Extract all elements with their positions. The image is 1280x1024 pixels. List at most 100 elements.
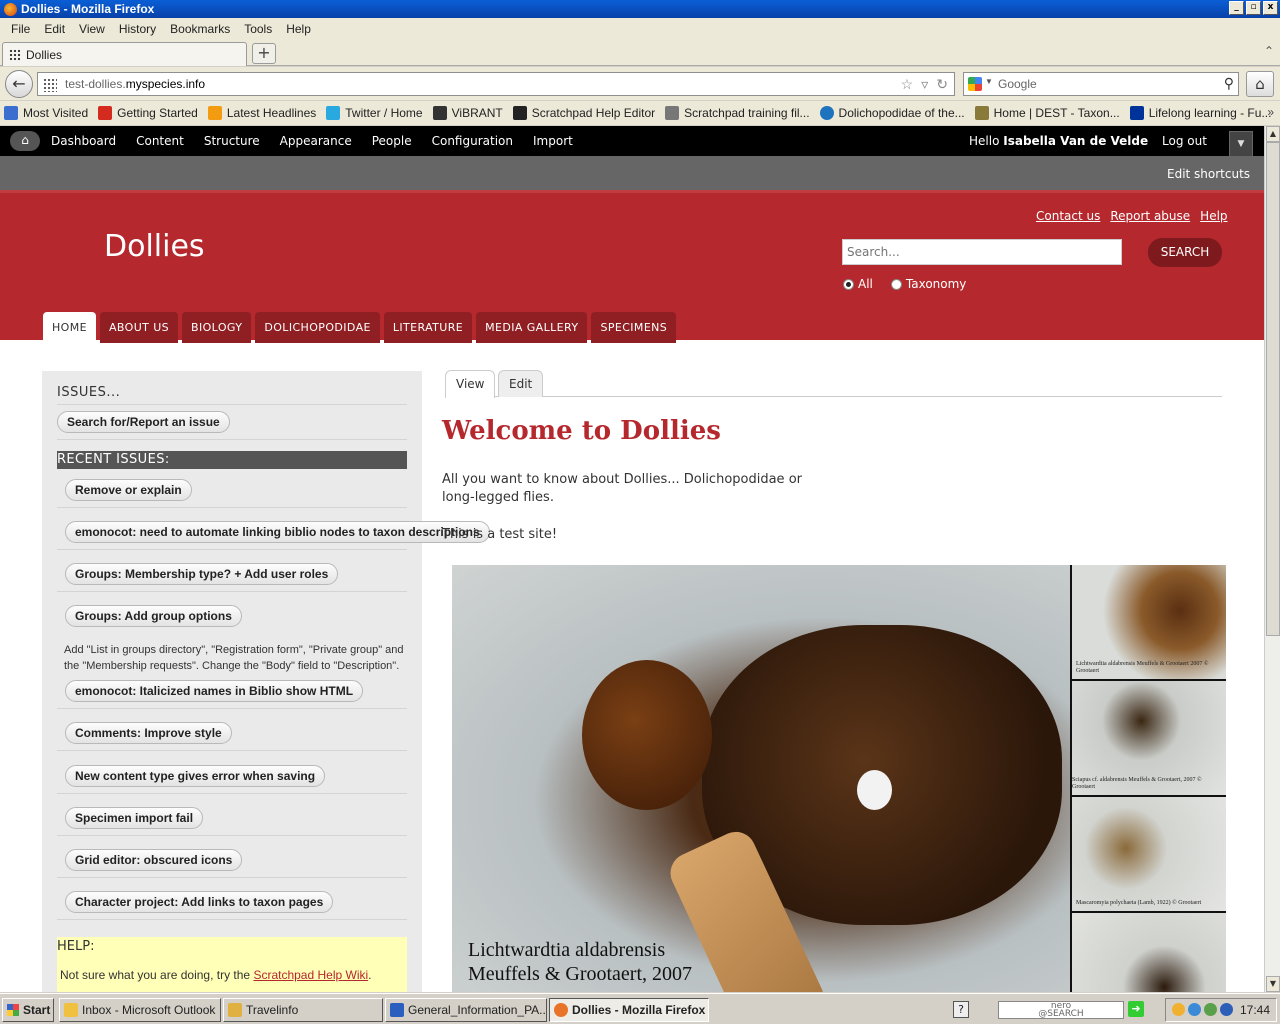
issue-link[interactable]: Remove or explain bbox=[65, 479, 192, 501]
admin-home-button[interactable]: ⌂ bbox=[10, 131, 40, 151]
thumbnail[interactable] bbox=[1072, 913, 1226, 992]
menu-view[interactable]: View bbox=[72, 22, 112, 36]
task-word-document[interactable]: General_Information_PA... bbox=[385, 998, 547, 1022]
admin-menu-structure[interactable]: Structure bbox=[204, 134, 260, 148]
taskbar-help-button[interactable]: ? bbox=[953, 1001, 969, 1018]
scroll-up-icon[interactable]: ▲ bbox=[1266, 126, 1280, 142]
menu-tools[interactable]: Tools bbox=[237, 22, 279, 36]
close-button[interactable]: x bbox=[1263, 1, 1278, 15]
bookmark-star-icon[interactable]: ☆ bbox=[901, 76, 914, 93]
search-report-issue-button[interactable]: Search for/Report an issue bbox=[57, 411, 230, 433]
thumbnail[interactable]: Lichtwardtia aldabrensis Meuffels & Groo… bbox=[1072, 565, 1226, 679]
tab-edit[interactable]: Edit bbox=[498, 370, 544, 397]
messenger-icon[interactable] bbox=[1172, 1003, 1185, 1016]
logout-link[interactable]: Log out bbox=[1162, 134, 1207, 148]
thumbnail[interactable]: Sciapus cf. aldabrensis Meuffels & Groot… bbox=[1072, 681, 1226, 795]
bookmark-dolichopodidae[interactable]: Dolichopodidae of the... bbox=[819, 106, 965, 120]
nav-media-gallery[interactable]: MEDIA GALLERY bbox=[476, 312, 588, 343]
edit-shortcuts-link[interactable]: Edit shortcuts bbox=[1167, 167, 1250, 181]
tab-list-icon[interactable]: ⌃ bbox=[1264, 44, 1274, 58]
volume-icon[interactable] bbox=[1220, 1003, 1233, 1016]
thumbnail[interactable]: Mascaromyia polychaeta (Lamb, 1922) © Gr… bbox=[1072, 797, 1226, 911]
nav-dolichopodidae[interactable]: DOLICHOPODIDAE bbox=[255, 312, 380, 343]
menu-edit[interactable]: Edit bbox=[37, 22, 72, 36]
scroll-down-icon[interactable]: ▼ bbox=[1266, 976, 1280, 992]
issue-link[interactable]: Grid editor: obscured icons bbox=[65, 849, 243, 871]
minimize-button[interactable]: _ bbox=[1229, 1, 1244, 15]
back-button[interactable]: ← bbox=[5, 70, 33, 98]
issue-link[interactable]: Groups: Add group options bbox=[65, 605, 242, 627]
task-outlook[interactable]: Inbox - Microsoft Outlook bbox=[59, 998, 221, 1022]
bookmark-lifelong-learning[interactable]: Lifelong learning - Fu... bbox=[1129, 106, 1271, 120]
admin-menu-dashboard[interactable]: Dashboard bbox=[51, 134, 116, 148]
start-button[interactable]: Start bbox=[2, 998, 54, 1022]
shortcuts-toggle[interactable]: ▼ bbox=[1229, 131, 1253, 156]
google-icon[interactable] bbox=[968, 77, 982, 91]
new-tab-button[interactable]: + bbox=[252, 43, 276, 64]
issue-link[interactable]: Specimen import fail bbox=[65, 807, 204, 829]
bookmarks-overflow-icon[interactable]: » bbox=[1267, 105, 1274, 119]
site-name[interactable]: Dollies bbox=[104, 229, 205, 264]
issue-link[interactable]: Groups: Membership type? + Add user role… bbox=[65, 563, 339, 585]
site-search-input[interactable] bbox=[842, 239, 1122, 265]
antivirus-icon[interactable] bbox=[1204, 1003, 1217, 1016]
eu-flag-icon bbox=[1129, 106, 1144, 120]
search-icon[interactable]: ⚲ bbox=[1224, 75, 1234, 92]
site-identity-icon[interactable] bbox=[43, 78, 57, 92]
site-search-button[interactable]: SEARCH bbox=[1148, 238, 1222, 267]
admin-menu-appearance[interactable]: Appearance bbox=[280, 134, 352, 148]
home-button[interactable]: ⌂ bbox=[1246, 71, 1274, 97]
scrollbar-thumb[interactable] bbox=[1266, 142, 1280, 636]
nav-biology[interactable]: BIOLOGY bbox=[182, 312, 252, 343]
bookmark-getting-started[interactable]: Getting Started bbox=[98, 106, 198, 120]
admin-menu-people[interactable]: People bbox=[372, 134, 412, 148]
issue-link[interactable]: emonocot: Italicized names in Biblio sho… bbox=[65, 680, 364, 702]
tab-view[interactable]: View bbox=[445, 370, 496, 398]
issue-link[interactable]: emonocot: need to automate linking bibli… bbox=[65, 521, 490, 543]
menu-bookmarks[interactable]: Bookmarks bbox=[163, 22, 237, 36]
issue-link[interactable]: Character project: Add links to taxon pa… bbox=[65, 891, 334, 913]
nav-about-us[interactable]: ABOUT US bbox=[99, 312, 179, 343]
radio-taxonomy[interactable]: Taxonomy bbox=[890, 277, 966, 291]
admin-menu-configuration[interactable]: Configuration bbox=[432, 134, 513, 148]
history-dropdown-icon[interactable]: ▿ bbox=[921, 76, 928, 93]
report-abuse-link[interactable]: Report abuse bbox=[1110, 209, 1190, 223]
network-icon[interactable] bbox=[1188, 1003, 1201, 1016]
scratchpad-help-wiki-link[interactable]: Scratchpad Help Wiki bbox=[253, 968, 368, 982]
radio-all[interactable]: All bbox=[843, 277, 873, 291]
issue-link[interactable]: New content type gives error when saving bbox=[65, 765, 326, 787]
browser-tab[interactable]: Dollies bbox=[2, 42, 247, 66]
menu-history[interactable]: History bbox=[112, 22, 163, 36]
nero-search-box[interactable]: nero @SEARCH bbox=[998, 1001, 1124, 1019]
page-scrollbar[interactable]: ▲ ▼ bbox=[1264, 126, 1280, 992]
bookmark-dest[interactable]: Home | DEST - Taxon... bbox=[974, 106, 1120, 120]
bookmark-latest-headlines[interactable]: Latest Headlines bbox=[207, 106, 316, 120]
task-travelinfo[interactable]: Travelinfo bbox=[223, 998, 383, 1022]
menu-help[interactable]: Help bbox=[279, 22, 318, 36]
bookmark-twitter[interactable]: Twitter / Home bbox=[326, 106, 423, 120]
hero-image[interactable]: Lichtwardtia aldabrensis Meuffels & Groo… bbox=[452, 565, 1070, 992]
bookmark-scratchpad-help-editor[interactable]: Scratchpad Help Editor bbox=[512, 106, 655, 120]
admin-menu-import[interactable]: Import bbox=[533, 134, 573, 148]
url-bar[interactable]: test-dollies. myspecies.info ☆ ▿ ↻ bbox=[37, 72, 955, 96]
browser-search-box[interactable]: ▼ Google ⚲ bbox=[963, 72, 1239, 96]
task-firefox[interactable]: Dollies - Mozilla Firefox bbox=[549, 998, 709, 1022]
contact-us-link[interactable]: Contact us bbox=[1036, 209, 1100, 223]
nero-go-icon[interactable]: ➜ bbox=[1128, 1001, 1144, 1017]
bookmark-vibrant[interactable]: ViBRANT bbox=[432, 106, 503, 120]
nav-specimens[interactable]: SPECIMENS bbox=[591, 312, 677, 343]
admin-menu-content[interactable]: Content bbox=[136, 134, 184, 148]
help-text-end: . bbox=[368, 968, 372, 982]
help-block: HELP: Not sure what you are doing, try t… bbox=[57, 937, 407, 992]
bookmark-most-visited[interactable]: Most Visited bbox=[4, 106, 88, 120]
restore-button[interactable]: ▫ bbox=[1246, 1, 1261, 15]
issue-link[interactable]: Comments: Improve style bbox=[65, 722, 232, 744]
bookmark-scratchpad-training[interactable]: Scratchpad training fil... bbox=[665, 106, 810, 120]
username-link[interactable]: Isabella Van de Velde bbox=[1003, 134, 1148, 148]
menu-file[interactable]: File bbox=[4, 22, 37, 36]
nav-literature[interactable]: LITERATURE bbox=[383, 312, 473, 343]
reload-icon[interactable]: ↻ bbox=[936, 76, 948, 93]
nav-home[interactable]: HOME bbox=[43, 312, 96, 343]
help-link[interactable]: Help bbox=[1200, 209, 1227, 223]
engine-dropdown-icon[interactable]: ▼ bbox=[985, 77, 993, 86]
